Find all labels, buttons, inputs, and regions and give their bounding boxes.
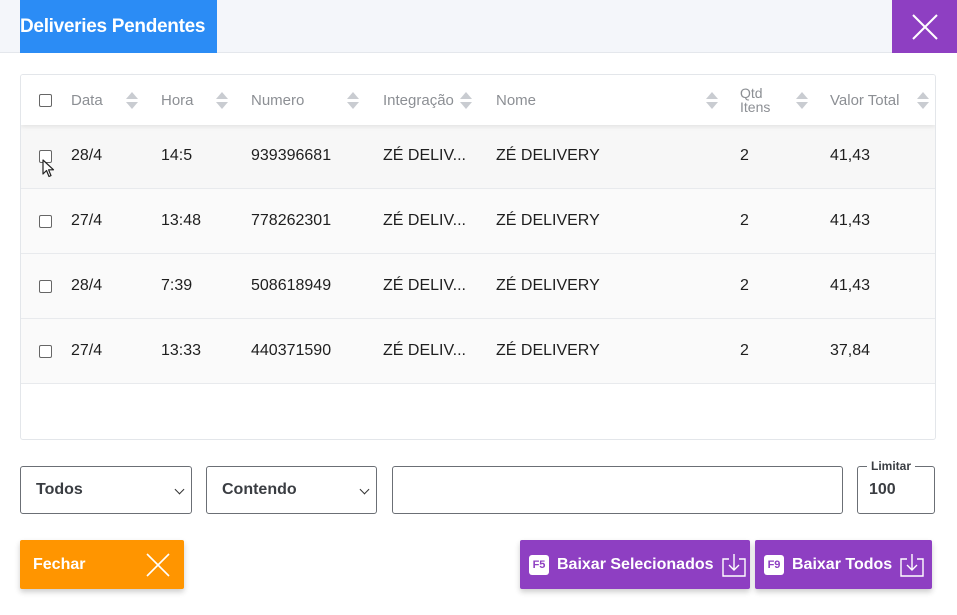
- cell-qtd: 2: [740, 212, 749, 229]
- close-icon: [146, 553, 170, 582]
- sort-icon[interactable]: [460, 92, 472, 110]
- cell-qtd: 2: [740, 277, 749, 294]
- mouse-cursor-icon: [42, 159, 55, 178]
- cell-numero: 778262301: [251, 212, 332, 229]
- scope-select[interactable]: Todos: [20, 466, 192, 514]
- table-row[interactable]: 27/4 13:48 778262301 ZÉ DELIV... ZÉ DELI…: [21, 189, 935, 254]
- shortcut-key-f9: F9: [764, 554, 784, 575]
- sort-icon[interactable]: [706, 92, 718, 110]
- cell-data: 27/4: [71, 342, 103, 359]
- mode-select[interactable]: Contendo: [206, 466, 377, 514]
- cell-hora: 13:33: [161, 342, 202, 359]
- fechar-button-label: Fechar: [33, 555, 86, 573]
- download-all-button[interactable]: F9 Baixar Todos: [755, 540, 932, 589]
- cell-integracao: ZÉ DELIV...: [383, 212, 466, 229]
- row-checkbox[interactable]: [39, 215, 52, 228]
- download-icon: [899, 552, 925, 578]
- cell-data: 27/4: [71, 212, 103, 229]
- table-header: Data Hora Numero Integração Nome Qtd Ite…: [21, 75, 935, 125]
- column-header-nome[interactable]: Nome: [496, 75, 536, 125]
- cell-nome: ZÉ DELIVERY: [496, 147, 600, 164]
- cell-nome: ZÉ DELIVERY: [496, 342, 600, 359]
- shortcut-key-f5: F5: [529, 554, 549, 575]
- cell-qtd: 2: [740, 342, 749, 359]
- column-header-qtd-line1: Qtd: [740, 85, 763, 101]
- table-row[interactable]: 28/4 7:39 508618949 ZÉ DELIV... ZÉ DELIV…: [21, 254, 935, 319]
- sort-icon[interactable]: [917, 92, 929, 110]
- table-row[interactable]: 27/4 13:33 440371590 ZÉ DELIV... ZÉ DELI…: [21, 319, 935, 384]
- cell-valor: 37,84: [830, 342, 871, 359]
- cell-valor: 41,43: [830, 212, 871, 229]
- column-header-integracao[interactable]: Integração: [383, 75, 454, 125]
- cell-nome: ZÉ DELIVERY: [496, 277, 600, 294]
- cell-data: 28/4: [71, 277, 103, 294]
- dialog-close-button[interactable]: [892, 0, 957, 53]
- search-input[interactable]: [392, 466, 843, 514]
- download-icon: [721, 552, 747, 578]
- cell-hora: 7:39: [161, 277, 193, 294]
- dialog-header: Deliveries Pendentes: [0, 0, 957, 53]
- chevron-down-icon: [359, 484, 370, 495]
- fechar-button[interactable]: Fechar: [20, 540, 184, 589]
- cell-numero: 440371590: [251, 342, 332, 359]
- mode-select-value: Contendo: [222, 481, 297, 498]
- download-selected-label: Baixar Selecionados: [557, 555, 714, 573]
- close-icon: [911, 13, 938, 40]
- sort-icon[interactable]: [796, 92, 808, 110]
- sort-icon[interactable]: [216, 92, 228, 110]
- cell-data: 28/4: [71, 147, 103, 164]
- cell-numero: 939396681: [251, 147, 332, 164]
- column-header-data[interactable]: Data: [71, 75, 103, 125]
- column-header-qtd-itens[interactable]: Qtd Itens: [740, 75, 770, 125]
- download-selected-button[interactable]: F5 Baixar Selecionados: [520, 540, 750, 589]
- scope-select-value: Todos: [36, 481, 83, 498]
- dialog-title: Deliveries Pendentes: [20, 0, 217, 53]
- cell-integracao: ZÉ DELIV...: [383, 147, 466, 164]
- table-row[interactable]: 28/4 14:5 939396681 ZÉ DELIV... ZÉ DELIV…: [21, 124, 935, 189]
- limit-label: Limitar: [867, 459, 916, 473]
- cell-qtd: 2: [740, 147, 749, 164]
- select-all-checkbox[interactable]: [39, 94, 52, 107]
- cell-hora: 13:48: [161, 212, 202, 229]
- cell-numero: 508618949: [251, 277, 332, 294]
- sort-icon[interactable]: [126, 92, 138, 110]
- cell-valor: 41,43: [830, 147, 871, 164]
- cell-valor: 41,43: [830, 277, 871, 294]
- chevron-down-icon: [174, 484, 185, 495]
- limit-input[interactable]: 100: [857, 466, 935, 514]
- cell-hora: 14:5: [161, 147, 193, 164]
- column-header-hora[interactable]: Hora: [161, 75, 194, 125]
- column-header-valor-total[interactable]: Valor Total: [830, 75, 900, 125]
- cell-nome: ZÉ DELIVERY: [496, 212, 600, 229]
- column-header-qtd-line2: Itens: [740, 99, 771, 115]
- download-all-label: Baixar Todos: [792, 555, 893, 573]
- row-checkbox[interactable]: [39, 345, 52, 358]
- sort-icon[interactable]: [347, 92, 359, 110]
- cell-integracao: ZÉ DELIV...: [383, 277, 466, 294]
- row-checkbox[interactable]: [39, 280, 52, 293]
- deliveries-table: Data Hora Numero Integração Nome Qtd Ite…: [20, 74, 936, 440]
- column-header-numero[interactable]: Numero: [251, 75, 304, 125]
- cell-integracao: ZÉ DELIV...: [383, 342, 466, 359]
